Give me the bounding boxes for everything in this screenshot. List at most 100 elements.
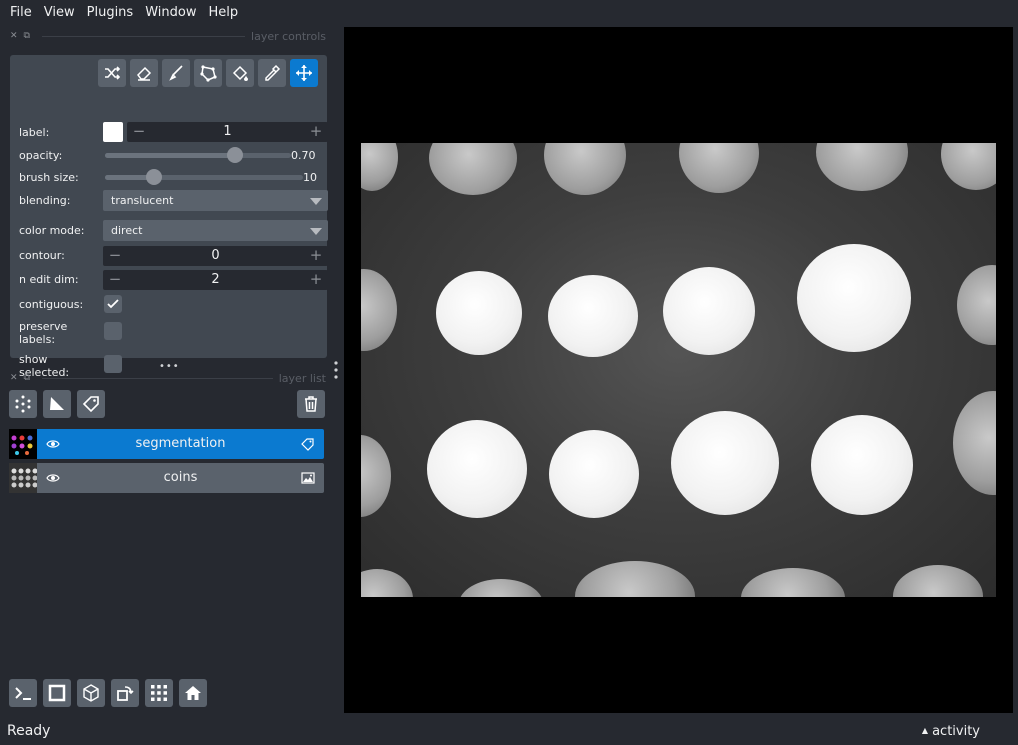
increment-icon[interactable]: +: [306, 122, 326, 142]
coin: [811, 415, 913, 515]
grid-icon: [151, 685, 167, 701]
coins-image: [361, 143, 996, 597]
polygon-icon: [200, 65, 217, 82]
n-edit-dim-spinbox[interactable]: − 2 +: [103, 270, 328, 290]
cube-icon: [83, 684, 99, 702]
float-dock-icon[interactable]: ⧉: [24, 31, 30, 41]
layer-list-title-bar: ✕ ⧉ layer list: [10, 371, 326, 385]
layer-body: coins: [37, 463, 324, 493]
coin: [663, 267, 755, 355]
paint-button[interactable]: [162, 59, 190, 87]
title-divider: [41, 377, 273, 379]
brush-size-slider[interactable]: [105, 175, 303, 180]
roll-icon: [117, 686, 134, 701]
console-button[interactable]: [9, 679, 37, 707]
ndisplay-toggle-button[interactable]: [43, 679, 71, 707]
coin: [957, 265, 996, 345]
visibility-eye-icon[interactable]: [46, 471, 60, 485]
layer-list-title: layer list: [278, 371, 326, 385]
activity-label: activity: [932, 724, 980, 739]
float-dock-icon[interactable]: ⧉: [24, 373, 30, 383]
label-label: label:: [19, 126, 50, 139]
layer-name[interactable]: coins: [77, 463, 284, 493]
layer-item-segmentation[interactable]: segmentation: [9, 429, 324, 459]
coin: [361, 269, 397, 351]
menu-plugins[interactable]: Plugins: [81, 5, 140, 20]
decrement-icon[interactable]: −: [105, 270, 125, 290]
opacity-value: 0.70: [291, 149, 316, 162]
pick-color-button[interactable]: [258, 59, 286, 87]
layer-controls-panel: label: − 1 + opacity: 0.70 brush size: 1…: [10, 55, 328, 379]
blending-label: blending:: [19, 194, 71, 207]
opacity-slider-handle[interactable]: [227, 147, 244, 163]
close-dock-icon[interactable]: ✕: [10, 373, 18, 383]
preserve-labels-checkbox[interactable]: [104, 322, 122, 340]
coin: [941, 143, 996, 190]
delete-layer-button[interactable]: [297, 390, 325, 418]
menu-window[interactable]: Window: [139, 5, 202, 20]
visibility-eye-icon[interactable]: [46, 437, 60, 451]
close-dock-icon[interactable]: ✕: [10, 31, 18, 41]
coins-thumbnail-image: [9, 463, 37, 493]
eraser-button[interactable]: [130, 59, 158, 87]
color-mode-combobox[interactable]: direct: [103, 220, 328, 241]
3d-view-button[interactable]: [77, 679, 105, 707]
viewer-canvas[interactable]: [344, 27, 1013, 713]
left-dock: ✕ ⧉ layer controls label: − 1 + opacity:…: [0, 26, 339, 714]
opacity-slider[interactable]: [105, 153, 291, 158]
layer-name[interactable]: segmentation: [77, 429, 284, 459]
contour-spinbox[interactable]: − 0 +: [103, 246, 328, 266]
opacity-slider-fill: [105, 153, 236, 158]
color-picker-icon: [265, 64, 281, 81]
coin: [459, 579, 543, 597]
coin: [893, 565, 983, 597]
decrement-icon[interactable]: −: [105, 246, 125, 266]
label-spinbox[interactable]: − 1 +: [127, 122, 328, 142]
increment-icon[interactable]: +: [306, 246, 326, 266]
pan-zoom-button[interactable]: [290, 59, 318, 87]
layer-controls-title: layer controls: [251, 29, 326, 43]
shuffle-colors-button[interactable]: [98, 59, 126, 87]
dock-resize-handle[interactable]: [333, 360, 339, 380]
brush-size-slider-handle[interactable]: [146, 169, 162, 185]
coin: [953, 391, 996, 495]
roll-dimensions-button[interactable]: [111, 679, 139, 707]
fill-button[interactable]: [226, 59, 254, 87]
contiguous-checkbox[interactable]: [104, 295, 122, 313]
labels-layer-icon: [301, 438, 314, 451]
layer-body: segmentation: [37, 429, 324, 459]
coin: [679, 143, 759, 193]
menu-help[interactable]: Help: [202, 5, 244, 20]
coin: [797, 244, 911, 352]
preserve-labels-label-line1: preserve: [19, 320, 68, 333]
chevron-down-icon: [310, 198, 322, 205]
layer-item-coins[interactable]: coins: [9, 463, 324, 493]
activity-button[interactable]: ▲ activity: [922, 724, 980, 739]
layer-thumbnail: [9, 429, 37, 459]
home-button[interactable]: [179, 679, 207, 707]
coin: [361, 569, 413, 597]
menu-view[interactable]: View: [38, 5, 81, 20]
chevron-down-icon: [310, 228, 322, 235]
increment-icon[interactable]: +: [306, 270, 326, 290]
status-bar: Ready ▲ activity: [0, 719, 1018, 745]
console-icon: [15, 687, 31, 700]
paint-brush-icon: [169, 65, 183, 81]
shuffle-icon: [105, 66, 121, 80]
contiguous-label: contiguous:: [19, 298, 84, 311]
new-points-layer-button[interactable]: [9, 390, 37, 418]
coin: [548, 275, 638, 357]
move-icon: [296, 65, 312, 81]
decrement-icon[interactable]: −: [129, 122, 149, 142]
opacity-label: opacity:: [19, 149, 63, 162]
coin: [361, 435, 391, 517]
coin: [427, 420, 527, 518]
color-mode-label: color mode:: [19, 224, 85, 237]
blending-value: translucent: [111, 194, 174, 207]
new-shapes-layer-button[interactable]: [43, 390, 71, 418]
menu-file[interactable]: File: [4, 5, 38, 20]
grid-view-button[interactable]: [145, 679, 173, 707]
new-labels-layer-button[interactable]: [77, 390, 105, 418]
blending-combobox[interactable]: translucent: [103, 190, 328, 211]
polygon-button[interactable]: [194, 59, 222, 87]
